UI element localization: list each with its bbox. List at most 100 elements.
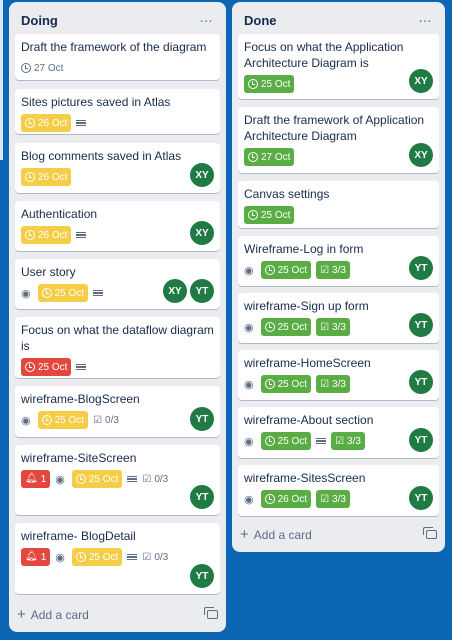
- card[interactable]: wireframe-BlogScreen ◉ 25 Oct ☑ 0/3 YT: [15, 386, 220, 437]
- eye-icon: ◉: [55, 551, 65, 564]
- due-date-badge[interactable]: 27 Oct: [244, 148, 295, 166]
- clock-icon: [248, 210, 258, 220]
- add-card-button[interactable]: + Add a card: [240, 522, 437, 546]
- avatar[interactable]: XY: [190, 163, 214, 187]
- notification-count: 1: [40, 473, 47, 485]
- bell-icon: 🔔︎: [25, 473, 38, 484]
- card-template-icon[interactable]: [204, 606, 218, 619]
- due-date-badge[interactable]: 26 Oct: [21, 168, 72, 186]
- avatar[interactable]: YT: [409, 313, 433, 337]
- due-date-badge[interactable]: 26 Oct: [260, 490, 312, 508]
- due-date-badge[interactable]: 25 Oct: [244, 75, 295, 93]
- clock-icon: [25, 362, 35, 372]
- checklist-badge: ☑ 3/3: [331, 432, 365, 450]
- avatar[interactable]: XY: [190, 221, 214, 245]
- due-date: 25 Oct: [88, 473, 119, 485]
- avatar[interactable]: XY: [163, 279, 187, 303]
- card[interactable]: wireframe-About section ◉ 25 Oct ☑ 3/3 YT: [238, 407, 439, 458]
- eye-icon: ◉: [244, 378, 254, 391]
- card[interactable]: Focus on what the dataflow diagram is 25…: [15, 317, 220, 378]
- add-card-button[interactable]: + Add a card: [17, 602, 218, 626]
- eye-icon: ◉: [244, 435, 254, 448]
- description-icon: [127, 474, 138, 484]
- due-date: 27 Oct: [34, 62, 64, 74]
- avatar[interactable]: XY: [409, 69, 433, 93]
- due-date: 27 Oct: [261, 151, 291, 163]
- ellipsis-icon[interactable]: …: [418, 10, 433, 28]
- due-date: 25 Oct: [261, 78, 291, 90]
- avatar[interactable]: YT: [190, 564, 214, 588]
- avatar[interactable]: YT: [190, 485, 214, 509]
- checklist-count: 0/3: [105, 414, 119, 426]
- avatar[interactable]: YT: [409, 428, 433, 452]
- clock-icon: [264, 494, 275, 504]
- card[interactable]: wireframe-HomeScreen ◉ 25 Oct ☑ 3/3 YT: [238, 350, 439, 400]
- checklist-icon: ☑: [320, 321, 330, 333]
- checklist-count: 0/3: [154, 473, 169, 485]
- due-date-badge[interactable]: 25 Oct: [260, 261, 312, 279]
- ellipsis-icon[interactable]: …: [199, 10, 214, 28]
- previous-list-edge: [0, 0, 3, 160]
- checklist-count: 3/3: [332, 493, 346, 505]
- avatar[interactable]: XY: [409, 143, 433, 167]
- avatar[interactable]: YT: [409, 370, 433, 394]
- due-date-badge[interactable]: 25 Oct: [260, 375, 312, 393]
- checklist-icon: ☑: [142, 551, 152, 563]
- card[interactable]: Wireframe-Log in form ◉ 25 Oct ☑ 3/3 YT: [238, 236, 439, 286]
- clock-icon: [248, 79, 258, 89]
- notification-count: 1: [40, 551, 47, 563]
- card-title: Focus on what the Application Architectu…: [244, 40, 404, 70]
- due-date-badge[interactable]: 25 Oct: [71, 548, 123, 566]
- due-date: 26 Oct: [277, 493, 308, 505]
- eye-icon: ◉: [55, 473, 65, 486]
- notification-badge[interactable]: 🔔︎ 1: [21, 470, 51, 488]
- card[interactable]: Canvas settings 25 Oct: [238, 181, 439, 228]
- plus-icon: +: [240, 525, 249, 543]
- checklist-badge: ☑ 0/3: [142, 548, 170, 566]
- card[interactable]: Focus on what the Application Architectu…: [238, 34, 439, 99]
- due-date-badge[interactable]: 25 Oct: [244, 206, 295, 224]
- avatar[interactable]: YT: [409, 256, 433, 280]
- due-date-badge[interactable]: 25 Oct: [71, 470, 123, 488]
- due-date-badge[interactable]: 25 Oct: [37, 284, 89, 302]
- due-date-badge[interactable]: 25 Oct: [260, 318, 312, 336]
- checklist-icon: ☑: [93, 414, 103, 426]
- bell-icon: 🔔︎: [25, 551, 38, 562]
- card[interactable]: wireframe-Sign up form ◉ 25 Oct ☑ 3/3 YT: [238, 293, 439, 343]
- card[interactable]: User story ◉ 25 Oct XY YT: [15, 259, 220, 309]
- checklist-badge: ☑ 3/3: [316, 375, 350, 393]
- due-date: 25 Oct: [261, 209, 291, 221]
- card[interactable]: wireframe- BlogDetail 🔔︎ 1 ◉ 25 Oct ☑ 0/3 …: [15, 523, 220, 594]
- due-date-badge[interactable]: 26 Oct: [21, 226, 72, 244]
- due-date-badge[interactable]: 27 Oct: [21, 59, 65, 77]
- checklist-icon: ☑: [320, 493, 330, 505]
- due-date-badge[interactable]: 26 Oct: [21, 114, 72, 132]
- add-card-label: Add a card: [253, 527, 312, 542]
- card[interactable]: Draft the framework of Application Archi…: [238, 107, 439, 173]
- avatar[interactable]: YT: [190, 407, 214, 431]
- list-title[interactable]: Done: [244, 13, 277, 28]
- notification-badge[interactable]: 🔔︎ 1: [21, 548, 51, 566]
- card-title: Authentication: [21, 207, 98, 221]
- due-date-badge[interactable]: 25 Oct: [260, 432, 312, 450]
- checklist-icon: ☑: [142, 473, 152, 485]
- card-title: wireframe-SitesScreen: [244, 471, 366, 485]
- clock-icon: [75, 474, 86, 484]
- card-title: wireframe-SiteScreen: [21, 451, 137, 465]
- card[interactable]: Draft the framework of the diagram 27 Oc…: [15, 34, 220, 80]
- card[interactable]: Blog comments saved in Atlas 26 Oct XY: [15, 143, 220, 193]
- card[interactable]: Authentication 26 Oct XY: [15, 201, 220, 251]
- due-date-badge[interactable]: 25 Oct: [21, 358, 72, 376]
- due-date: 25 Oct: [54, 287, 85, 299]
- avatar[interactable]: YT: [190, 279, 214, 303]
- card-template-icon[interactable]: [423, 526, 437, 539]
- card[interactable]: Sites pictures saved in Atlas 26 Oct: [15, 89, 220, 134]
- card-title: wireframe-About section: [244, 413, 374, 427]
- card[interactable]: wireframe-SiteScreen 🔔︎ 1 ◉ 25 Oct ☑ 0/3 Y…: [15, 445, 220, 515]
- eye-icon: ◉: [244, 493, 254, 506]
- due-date-badge[interactable]: 25 Oct: [37, 411, 89, 429]
- clock-icon: [75, 552, 86, 562]
- avatar[interactable]: YT: [409, 486, 433, 510]
- card[interactable]: wireframe-SitesScreen ◉ 26 Oct ☑ 3/3 YT: [238, 465, 439, 516]
- list-title[interactable]: Doing: [21, 13, 58, 28]
